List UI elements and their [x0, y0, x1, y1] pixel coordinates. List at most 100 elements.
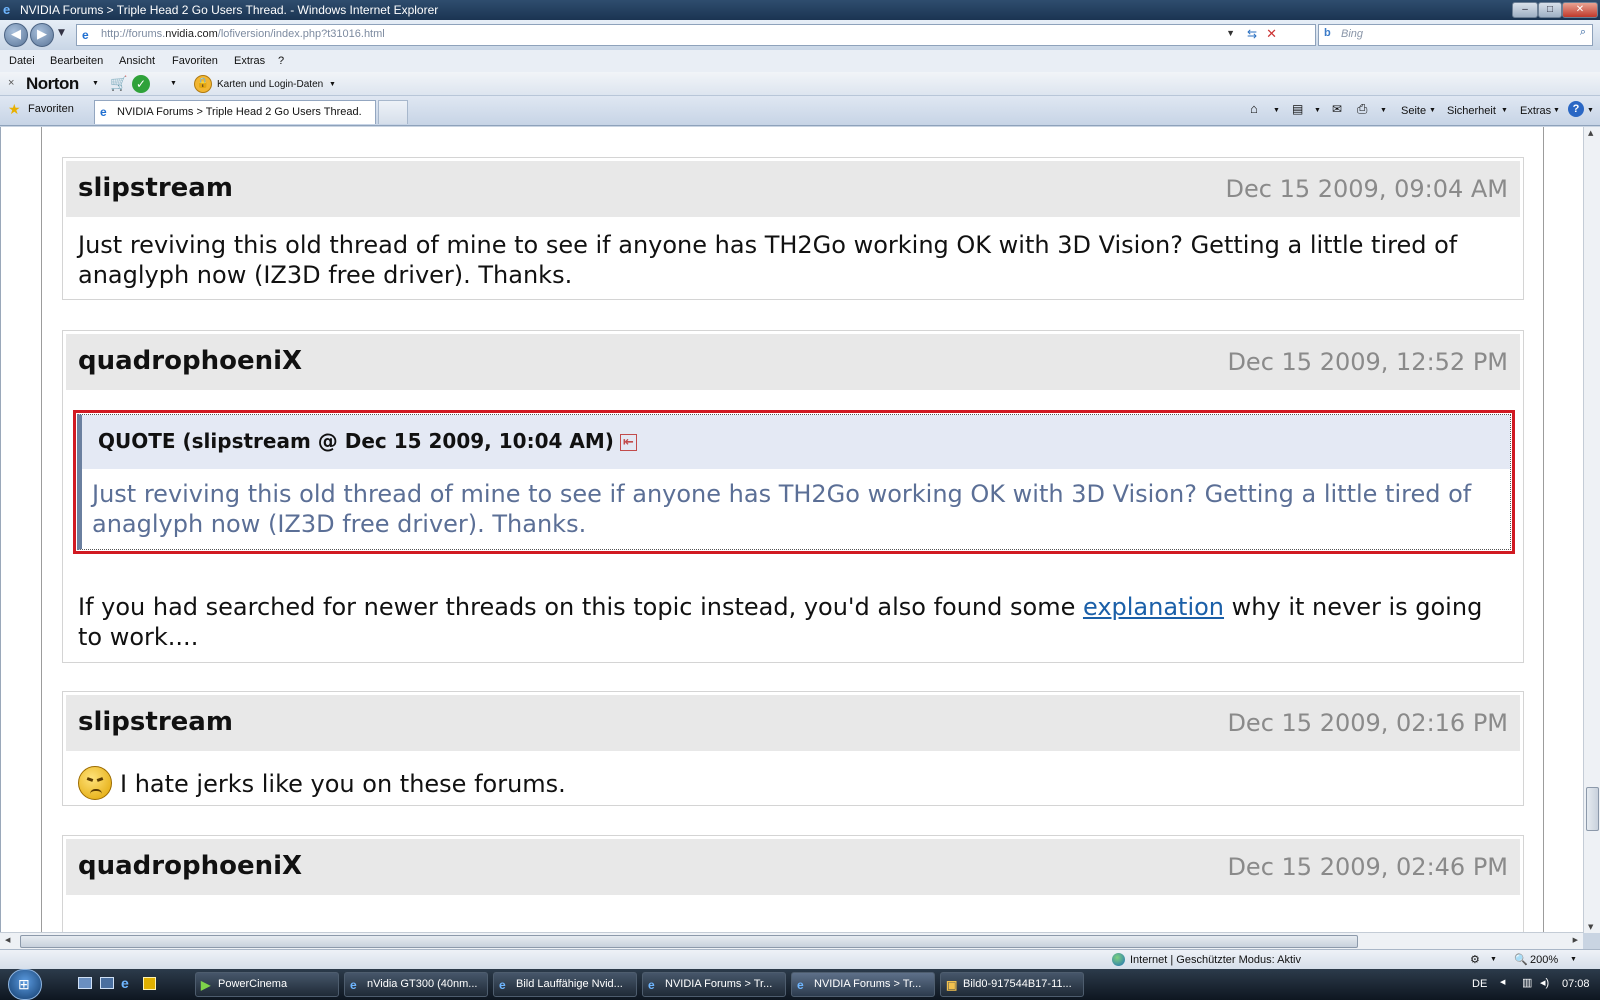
- norton-brand[interactable]: Norton: [26, 74, 79, 94]
- toolbar-close-icon[interactable]: ×: [8, 77, 14, 89]
- taskbar-item-ie-active[interactable]: e NVIDIA Forums > Tr...: [791, 972, 935, 997]
- switch-windows-icon[interactable]: [100, 977, 114, 989]
- tray-expand-icon[interactable]: ◀: [1500, 978, 1505, 986]
- feeds-dropdown-icon[interactable]: ▼: [1314, 107, 1321, 114]
- tab-nvidia-forums[interactable]: e NVIDIA Forums > Triple Head 2 Go Users…: [94, 100, 376, 124]
- clock[interactable]: 07:08: [1562, 978, 1590, 990]
- horizontal-scroll-thumb[interactable]: [20, 935, 1358, 948]
- back-button[interactable]: ◀: [4, 23, 28, 47]
- history-dropdown-icon[interactable]: ▼: [58, 28, 65, 38]
- network-icon[interactable]: ▥: [1522, 976, 1532, 989]
- forum-post: quadrophoeniX Dec 15 2009, 12:52 PM QUOT…: [62, 330, 1524, 663]
- taskbar-item-image[interactable]: ▣ Bild0-917544B17-11...: [940, 972, 1084, 997]
- lock-icon: 🔒: [194, 75, 212, 93]
- menu-extras[interactable]: Extras: [234, 55, 265, 67]
- mail-icon[interactable]: ✉: [1332, 102, 1342, 116]
- post-header: quadrophoeniX Dec 15 2009, 02:46 PM: [66, 839, 1520, 895]
- refresh-icon[interactable]: ⇆: [1247, 27, 1257, 41]
- stop-icon[interactable]: ✕: [1266, 26, 1277, 42]
- scroll-left-icon[interactable]: ◀: [5, 936, 10, 944]
- forum-column: slipstream Dec 15 2009, 09:04 AM Just re…: [41, 127, 1544, 933]
- menu-bearbeiten[interactable]: Bearbeiten: [50, 55, 103, 67]
- zoom-level[interactable]: 200%: [1530, 954, 1558, 966]
- taskbar-item-ie[interactable]: e NVIDIA Forums > Tr...: [642, 972, 786, 997]
- close-button[interactable]: ✕: [1562, 2, 1598, 18]
- safe-dropdown-icon[interactable]: ▼: [170, 80, 177, 87]
- url-dropdown-icon[interactable]: ▼: [1226, 28, 1235, 38]
- taskbar-item-ie[interactable]: e nVidia GT300 (40nm...: [344, 972, 488, 997]
- bing-icon: b: [1324, 27, 1331, 39]
- login-data-button[interactable]: Karten und Login-Daten: [217, 79, 323, 90]
- internet-zone-icon: [1112, 953, 1125, 966]
- menu-bar: Datei Bearbeiten Ansicht Favoriten Extra…: [0, 50, 1600, 72]
- print-dropdown-icon[interactable]: ▼: [1380, 107, 1387, 114]
- show-desktop-icon[interactable]: [78, 977, 92, 989]
- menu-favoriten[interactable]: Favoriten: [172, 55, 218, 67]
- url-input[interactable]: e http://forums.nvidia.com/lofiversion/i…: [76, 24, 1316, 46]
- language-indicator[interactable]: DE: [1472, 978, 1487, 990]
- menu-help[interactable]: ?: [278, 55, 284, 67]
- post-header: slipstream Dec 15 2009, 09:04 AM: [66, 161, 1520, 217]
- post-date: Dec 15 2009, 02:46 PM: [1227, 853, 1508, 881]
- zoom-icon: 🔍: [1514, 954, 1528, 966]
- norton-dropdown-icon[interactable]: ▼: [92, 80, 99, 87]
- vertical-scroll-thumb[interactable]: [1586, 787, 1599, 831]
- login-dropdown-icon[interactable]: ▼: [329, 81, 336, 88]
- quote-block: QUOTE (slipstream @ Dec 15 2009, 10:04 A…: [77, 414, 1511, 550]
- search-icon[interactable]: ⌕: [1580, 26, 1586, 39]
- horizontal-scrollbar[interactable]: ◀ ▶: [0, 932, 1583, 949]
- post-author: quadrophoeniX: [78, 346, 303, 376]
- feeds-icon[interactable]: ▤: [1292, 102, 1303, 116]
- safety-menu-button[interactable]: Sicherheit: [1447, 105, 1496, 117]
- post-header: quadrophoeniX Dec 15 2009, 12:52 PM: [66, 334, 1520, 390]
- scroll-up-icon[interactable]: ▲: [1588, 129, 1593, 137]
- tools-menu-dropdown-icon: ▼: [1553, 107, 1560, 114]
- menu-datei[interactable]: Datei: [9, 55, 35, 67]
- cart-icon[interactable]: 🛒: [110, 75, 127, 92]
- windows-logo-icon: ⊞: [18, 976, 30, 992]
- ie-icon: e: [797, 978, 804, 992]
- protected-mode-icon[interactable]: ⚙: [1470, 953, 1480, 966]
- start-button[interactable]: ⊞: [8, 969, 42, 1000]
- favorites-button[interactable]: Favoriten: [28, 103, 74, 115]
- window-title-bar: e NVIDIA Forums > Triple Head 2 Go Users…: [0, 0, 1600, 20]
- forward-button[interactable]: ▶: [30, 23, 54, 47]
- minimize-button[interactable]: –: [1512, 2, 1538, 18]
- scroll-down-icon[interactable]: ▼: [1588, 923, 1593, 931]
- print-icon[interactable]: ⎙: [1357, 101, 1367, 117]
- page-content: slipstream Dec 15 2009, 09:04 AM Just re…: [0, 127, 1583, 933]
- page-menu-button[interactable]: Seite: [1401, 105, 1426, 117]
- home-dropdown-icon[interactable]: ▼: [1273, 107, 1280, 114]
- maximize-button[interactable]: □: [1538, 2, 1562, 18]
- post-text-before-link: If you had searched for newer threads on…: [78, 593, 1083, 621]
- post-body: Just reviving this old thread of mine to…: [78, 231, 1458, 289]
- tab-bar: ★ Favoriten e NVIDIA Forums > Triple Hea…: [0, 96, 1600, 126]
- help-dropdown-icon[interactable]: ▼: [1587, 107, 1594, 114]
- taskbar-item-ie[interactable]: e Bild Lauffähige Nvid...: [493, 972, 637, 997]
- taskbar-item-label: PowerCinema: [218, 978, 288, 990]
- search-input[interactable]: b Bing ⌕: [1318, 24, 1593, 46]
- volume-icon[interactable]: ◂): [1540, 976, 1549, 989]
- zoom-dropdown-icon[interactable]: ▼: [1570, 956, 1577, 963]
- new-tab-button[interactable]: [378, 100, 408, 124]
- windows-taskbar: ⊞ e ▶ PowerCinema e nVidia GT300 (40nm..…: [0, 969, 1600, 1000]
- vertical-scrollbar[interactable]: ▲ ▼: [1583, 127, 1600, 933]
- quote-jump-icon[interactable]: ⇤: [619, 434, 637, 451]
- tools-menu-button[interactable]: Extras: [1520, 105, 1551, 117]
- security-zone-status[interactable]: Internet | Geschützter Modus: Aktiv: [1130, 954, 1301, 966]
- ie-quicklaunch-icon[interactable]: e: [121, 975, 129, 991]
- explorer-quicklaunch-icon[interactable]: [143, 977, 156, 990]
- scroll-right-icon[interactable]: ▶: [1573, 936, 1578, 944]
- protected-mode-dropdown-icon[interactable]: ▼: [1490, 956, 1497, 963]
- quote-text: Just reviving this old thread of mine to…: [92, 480, 1472, 538]
- image-viewer-icon: ▣: [946, 978, 958, 992]
- page-icon: e: [82, 28, 89, 42]
- taskbar-item-powercinema[interactable]: ▶ PowerCinema: [195, 972, 339, 997]
- menu-ansicht[interactable]: Ansicht: [119, 55, 155, 67]
- explanation-link[interactable]: explanation: [1083, 593, 1224, 621]
- address-bar: ◀ ▶ ▼ e http://forums.nvidia.com/lofiver…: [0, 20, 1600, 50]
- home-icon[interactable]: ⌂: [1250, 101, 1258, 116]
- quote-title: QUOTE (slipstream @ Dec 15 2009, 10:04 A…: [98, 429, 614, 453]
- taskbar-item-label: NVIDIA Forums > Tr...: [814, 978, 922, 990]
- help-icon[interactable]: ?: [1568, 101, 1584, 117]
